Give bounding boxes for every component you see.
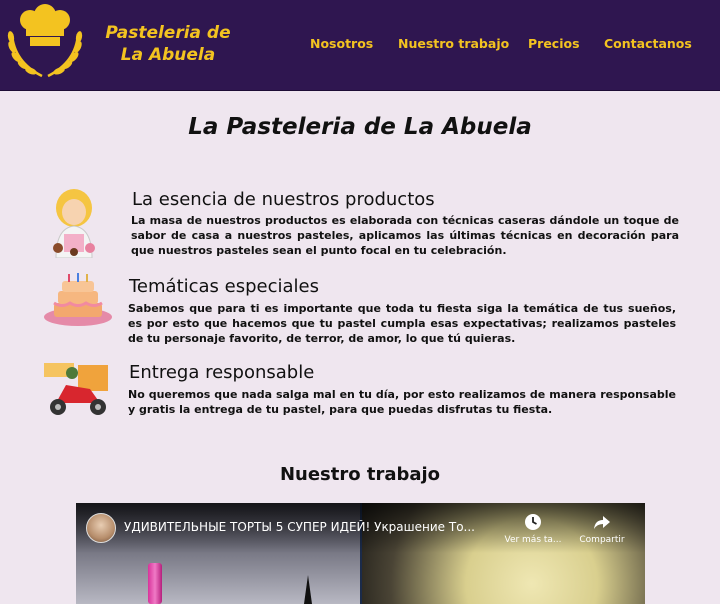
feature-text-entrega: No queremos que nada salga mal en tu día… — [128, 388, 676, 416]
birthday-cake-icon — [44, 273, 112, 326]
pink-tube-shape — [148, 563, 162, 604]
brand-line-1: Pasteleria de — [105, 23, 231, 43]
chef-hat-laurel-logo-icon[interactable] — [4, 4, 86, 82]
feature-title-tematicas: Temáticas especiales — [129, 276, 319, 297]
feature-title-esencia: La esencia de nuestros productos — [132, 189, 435, 210]
youtube-video-embed[interactable]: УДИВИТЕЛЬНЫЕ ТОРТЫ 5 СУПЕР ИДЕЙ! Украшен… — [76, 503, 645, 604]
share-button[interactable]: Compartir — [572, 513, 632, 545]
nav-link-nosotros[interactable]: Nosotros — [310, 36, 373, 54]
nav-link-nuestro-trabajo[interactable]: Nuestro trabajo — [398, 36, 509, 54]
site-header: Pasteleria de La Abuela Nosotros Nuestro… — [0, 0, 720, 91]
feature-text-tematicas: Sabemos que para ti es importante que to… — [128, 302, 676, 345]
nav-link-precios[interactable]: Precios — [528, 36, 580, 54]
nav-link-contactanos[interactable]: Contactanos — [604, 36, 692, 54]
brand-name[interactable]: Pasteleria de La Abuela — [104, 22, 232, 66]
watch-later-button[interactable]: Ver más ta... — [503, 513, 563, 545]
clock-icon — [525, 514, 541, 530]
feature-title-entrega: Entrega responsable — [129, 362, 315, 383]
page-title: La Pasteleria de La Abuela — [188, 114, 532, 140]
channel-avatar[interactable] — [86, 513, 116, 543]
video-title[interactable]: УДИВИТЕЛЬНЫЕ ТОРТЫ 5 СУПЕР ИДЕЙ! Украшен… — [124, 520, 494, 534]
share-arrow-icon — [594, 516, 610, 529]
watch-later-label: Ver más ta... — [504, 535, 562, 545]
share-label: Compartir — [579, 535, 625, 545]
grandma-baker-icon — [53, 189, 95, 258]
delivery-scooter-icon — [44, 363, 108, 415]
black-spike-shape — [304, 575, 312, 604]
feature-text-esencia: La masa de nuestros productos es elabora… — [131, 214, 679, 257]
brand-line-2: La Abuela — [120, 45, 216, 65]
section-title-nuestro-trabajo: Nuestro trabajo — [279, 464, 441, 485]
